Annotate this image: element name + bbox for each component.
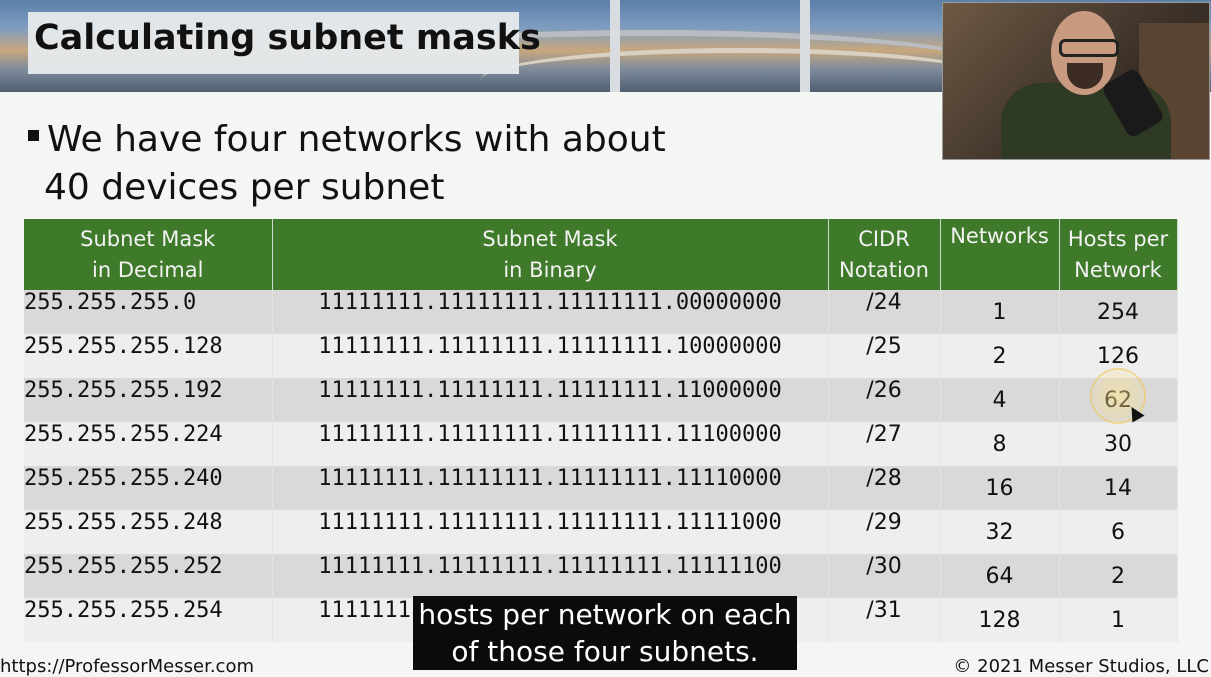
subnet-mask-table: Subnet Mask in Decimal Subnet Mask in Bina… bbox=[24, 219, 1178, 642]
cell-binary: 11111111.11111111.11111111.10000000 bbox=[272, 334, 829, 378]
table-row: 255.255.255.248 11111111.11111111.111111… bbox=[24, 510, 1178, 554]
cell-cidr: /26 bbox=[828, 378, 941, 422]
cell-cidr: /27 bbox=[828, 422, 941, 466]
slide-title: Calculating subnet masks bbox=[34, 18, 541, 58]
header-decimal: Subnet Mask in Decimal bbox=[24, 219, 273, 290]
cell-binary: 11111111.11111111.11111111.11111000 bbox=[272, 510, 829, 554]
cell-hosts: 14 bbox=[1059, 466, 1178, 510]
caption-line2: of those four subnets. bbox=[451, 635, 759, 668]
cell-hosts: 6 bbox=[1059, 510, 1178, 554]
table-row: 255.255.255.128 11111111.11111111.111111… bbox=[24, 334, 1178, 378]
cell-networks: 4 bbox=[940, 378, 1060, 422]
cell-networks: 8 bbox=[940, 422, 1060, 466]
cell-decimal: 255.255.255.240 bbox=[24, 466, 273, 510]
cell-decimal: 255.255.255.192 bbox=[24, 378, 273, 422]
cell-decimal: 255.255.255.0 bbox=[24, 290, 273, 334]
header-cidr: CIDR Notation bbox=[828, 219, 941, 290]
cell-decimal: 255.255.255.254 bbox=[24, 598, 273, 642]
cell-binary: 11111111.11111111.11111111.11111100 bbox=[272, 554, 829, 598]
cell-networks: 2 bbox=[940, 334, 1060, 378]
bullet-text-line2: 40 devices per subnet bbox=[44, 167, 445, 208]
cell-cidr: /31 bbox=[828, 598, 941, 642]
cell-decimal: 255.255.255.248 bbox=[24, 510, 273, 554]
table-row: 255.255.255.252 11111111.11111111.111111… bbox=[24, 554, 1178, 598]
cell-binary: 11111111.11111111.11111111.11110000 bbox=[272, 466, 829, 510]
presenter-webcam bbox=[942, 2, 1210, 160]
table-row: 255.255.255.0 11111111.11111111.11111111… bbox=[24, 290, 1178, 334]
cell-decimal: 255.255.255.128 bbox=[24, 334, 273, 378]
square-bullet-icon bbox=[28, 129, 39, 141]
table-row: 255.255.255.224 11111111.11111111.111111… bbox=[24, 422, 1178, 466]
header-binary: Subnet Mask in Binary bbox=[272, 219, 829, 290]
cell-hosts: 254 bbox=[1059, 290, 1178, 334]
cell-binary: 11111111.11111111.11111111.00000000 bbox=[272, 290, 829, 334]
banner-pylon-graphic bbox=[610, 0, 620, 92]
header-networks: Networks bbox=[940, 219, 1060, 290]
cell-networks: 1 bbox=[940, 290, 1060, 334]
caption-line1: hosts per network on each bbox=[418, 598, 792, 631]
bullet-point: We have four networks with about 40 devi… bbox=[28, 116, 668, 212]
banner-pylon-graphic bbox=[800, 0, 810, 92]
cell-cidr: /24 bbox=[828, 290, 941, 334]
table-header-row: Subnet Mask in Decimal Subnet Mask in Bina… bbox=[24, 219, 1178, 290]
cell-cidr: /29 bbox=[828, 510, 941, 554]
video-caption: hosts per network on each of those four … bbox=[413, 596, 797, 670]
cell-binary: 11111111.11111111.11111111.11100000 bbox=[272, 422, 829, 466]
bullet-text-line1: We have four networks with about bbox=[47, 119, 666, 160]
cell-hosts: 30 bbox=[1059, 422, 1178, 466]
cell-networks: 32 bbox=[940, 510, 1060, 554]
cell-decimal: 255.255.255.224 bbox=[24, 422, 273, 466]
cell-cidr: /30 bbox=[828, 554, 941, 598]
cell-networks: 128 bbox=[940, 598, 1060, 642]
cell-decimal: 255.255.255.252 bbox=[24, 554, 273, 598]
table-row: 255.255.255.240 11111111.11111111.111111… bbox=[24, 466, 1178, 510]
cell-networks: 64 bbox=[940, 554, 1060, 598]
presenter-glasses bbox=[1059, 39, 1119, 57]
table-row: 255.255.255.192 11111111.11111111.111111… bbox=[24, 378, 1178, 422]
cell-hosts: 1 bbox=[1059, 598, 1178, 642]
header-hosts: Hosts per Network bbox=[1059, 219, 1178, 290]
cell-networks: 16 bbox=[940, 466, 1060, 510]
cell-hosts: 2 bbox=[1059, 554, 1178, 598]
cell-cidr: /25 bbox=[828, 334, 941, 378]
cell-cidr: /28 bbox=[828, 466, 941, 510]
cell-binary: 11111111.11111111.11111111.11000000 bbox=[272, 378, 829, 422]
